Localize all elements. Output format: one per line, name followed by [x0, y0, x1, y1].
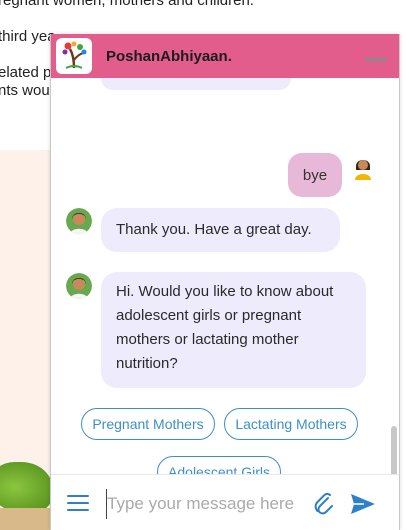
bot-avatar-icon — [66, 273, 92, 299]
quick-reply-lactating-mothers[interactable]: Lactating Mothers — [224, 408, 358, 440]
bot-message: Hi. Would you like to know about adolesc… — [101, 272, 366, 388]
chat-header: PoshanAbhiyaan. — [51, 34, 399, 78]
background-text-line: nts wou — [0, 82, 50, 99]
chat-title: PoshanAbhiyaan. — [106, 48, 232, 65]
chat-widget: PoshanAbhiyaan. bye Thank you. Have a gr… — [50, 34, 400, 530]
poshan-logo — [56, 38, 92, 74]
message-input[interactable] — [106, 489, 299, 519]
minimize-icon[interactable] — [365, 58, 387, 61]
quick-reply-pregnant-mothers[interactable]: Pregnant Mothers — [81, 408, 215, 440]
message-composer — [51, 474, 399, 530]
user-avatar-icon — [352, 154, 374, 180]
bot-message: Thank you. Have a great day. — [101, 208, 340, 252]
background-text-line: regnant women, mothers and children. — [0, 0, 254, 9]
background-text-line: third yea — [0, 28, 56, 45]
background-text-line: elated p — [0, 64, 52, 81]
bot-avatar-icon — [66, 208, 92, 234]
user-message: bye — [288, 153, 342, 197]
message-list[interactable]: bye Thank you. Have a great day. Hi. Wou… — [51, 78, 399, 488]
hamburger-menu-icon[interactable] — [67, 495, 89, 513]
paperclip-icon[interactable] — [313, 491, 335, 517]
send-icon[interactable] — [350, 493, 376, 515]
previous-bot-message — [101, 78, 291, 90]
background-illustration — [0, 462, 52, 512]
